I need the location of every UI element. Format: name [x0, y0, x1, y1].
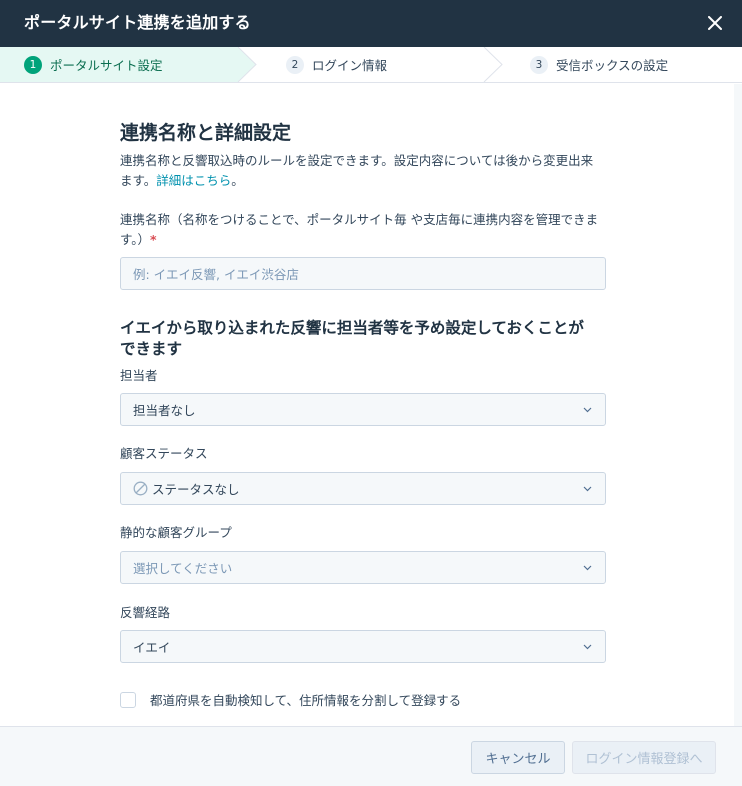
step-3-number: 3 — [530, 55, 548, 74]
modal-title: ポータルサイト連携を追加する — [24, 13, 251, 32]
name-field-label: 連携名称（名称をつけることで、ポータルサイト毎 や支店毎に連携内容を管理できま … — [120, 210, 606, 250]
details-link[interactable]: 詳細はこちら — [156, 173, 231, 188]
description-line-1: 連携名称と反響取込時のルールを設定できます。設定内容については後から変更出来 — [120, 153, 594, 168]
close-icon — [708, 16, 722, 30]
name-label-line-1: 連携名称（名称をつけることで、ポータルサイト毎 や支店毎に連携内容を管理できま — [120, 212, 599, 227]
connection-name-placeholder: 例: イエイ反響, イエイ渋谷店 — [133, 267, 299, 282]
description-prefix: ます。 — [120, 173, 157, 188]
no-status-icon — [133, 481, 148, 496]
name-label-text: す。） — [120, 232, 151, 247]
description-line-2: ます。詳細はこちら。 — [120, 171, 606, 191]
chevron-down-icon — [581, 404, 593, 416]
preset-title-line-1: イエイから取り込まれた反響に担当者等を予め設定しておくことが — [120, 319, 584, 337]
chevron-down-icon — [581, 562, 593, 574]
cancel-button[interactable]: キャンセル — [471, 741, 565, 774]
name-label-line-2: す。）* — [120, 230, 606, 250]
section-description: 連携名称と反響取込時のルールを設定できます。設定内容については後から変更出来 ま… — [120, 151, 606, 191]
modal-footer: キャンセル ログイン情報登録へ — [0, 726, 742, 786]
section-title-text: 連携名称と詳細設定 — [120, 122, 292, 144]
chevron-down-icon — [581, 483, 593, 495]
required-mark: * — [150, 232, 157, 247]
next-step-button[interactable]: ログイン情報登録へ — [572, 741, 716, 774]
owner-select[interactable]: 担当者なし — [120, 393, 606, 426]
owner-label: 担当者 — [120, 368, 158, 383]
chevron-down-icon — [581, 641, 593, 653]
status-select[interactable]: ステータスなし — [120, 472, 606, 505]
source-value: イエイ — [133, 640, 171, 655]
step-1-number: 1 — [24, 55, 42, 74]
step-2-label: ログイン情報 — [312, 58, 388, 73]
status-label: 顧客ステータス — [120, 446, 208, 461]
source-label: 反響経路 — [120, 605, 171, 620]
connection-name-input[interactable]: 例: イエイ反響, イエイ渋谷店 — [120, 257, 606, 290]
status-value: ステータスなし — [152, 482, 240, 497]
section-title: 連携名称と詳細設定 — [120, 118, 606, 145]
auto-detect-label: 都道府県を自動検知して、住所情報を分割して登録する — [150, 693, 462, 708]
close-button[interactable] — [700, 8, 730, 38]
scrollbar[interactable] — [734, 84, 742, 726]
step-1: 1 ポータルサイト設定 — [24, 47, 163, 82]
customer-group-label: 静的な顧客グループ — [120, 525, 232, 540]
source-select[interactable]: イエイ — [120, 630, 606, 663]
owner-value: 担当者なし — [133, 403, 196, 418]
auto-detect-checkbox[interactable] — [120, 691, 136, 708]
step-2-number: 2 — [286, 55, 304, 74]
step-indicator: 1 ポータルサイト設定 2 ログイン情報 3 受信ボックスの設定 — [0, 47, 742, 83]
customer-group-select[interactable]: 選択してください — [120, 551, 606, 584]
modal-header: ポータルサイト連携を追加する — [0, 0, 742, 47]
step-3-label: 受信ボックスの設定 — [556, 58, 669, 73]
preset-title-line-2: できます — [120, 340, 183, 358]
customer-group-placeholder: 選択してください — [133, 561, 233, 576]
auto-detect-row: 都道府県を自動検知して、住所情報を分割して登録する — [120, 690, 461, 709]
step-1-label: ポータルサイト設定 — [50, 58, 163, 73]
description-suffix: 。 — [231, 173, 244, 188]
step-2: 2 ログイン情報 — [286, 47, 387, 82]
preset-section-title: イエイから取り込まれた反響に担当者等を予め設定しておくことが できます — [120, 318, 606, 360]
step-3: 3 受信ボックスの設定 — [530, 47, 668, 82]
